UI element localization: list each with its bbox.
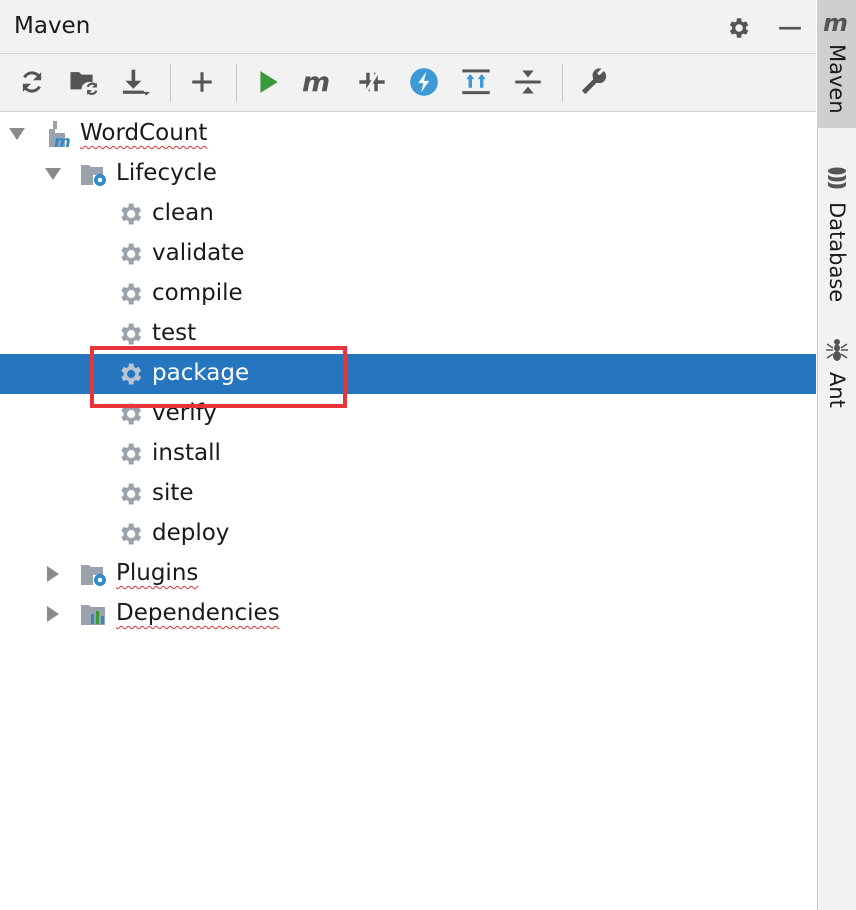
goal-gear-icon	[114, 274, 146, 314]
panel-title: Maven	[14, 13, 91, 39]
svg-text:m: m	[302, 67, 330, 97]
ant-icon	[824, 336, 850, 366]
dependencies-label: Dependencies	[116, 600, 280, 626]
tree-node-plugins[interactable]: Plugins	[0, 554, 816, 594]
goal-label: deploy	[152, 520, 230, 546]
lifecycle-goal-compile[interactable]: compile	[0, 274, 816, 314]
tree-node-project[interactable]: m WordCount	[0, 114, 816, 154]
skip-tests-icon[interactable]	[406, 64, 442, 100]
tree-node-dependencies[interactable]: Dependencies	[0, 594, 816, 634]
toolbar-separator	[562, 64, 563, 102]
lifecycle-goal-validate[interactable]: validate	[0, 234, 816, 274]
toolbar-separator	[170, 64, 171, 102]
gear-icon[interactable]	[722, 12, 754, 44]
goal-gear-icon	[114, 194, 146, 234]
tree-node-lifecycle[interactable]: Lifecycle	[0, 154, 816, 194]
tab-ant[interactable]: Ant	[818, 330, 856, 420]
tab-label: Maven	[825, 44, 849, 114]
maven-goal-icon[interactable]: m	[300, 64, 336, 100]
minimize-icon[interactable]	[774, 12, 806, 44]
lifecycle-goal-install[interactable]: install	[0, 434, 816, 474]
goal-label: test	[152, 320, 197, 346]
tab-label: Ant	[825, 372, 849, 408]
svg-text:m: m	[823, 12, 848, 34]
show-dependencies-icon[interactable]	[458, 64, 494, 100]
goal-label: compile	[152, 280, 243, 306]
expand-arrow-open-icon[interactable]	[4, 114, 30, 154]
goal-gear-icon	[114, 234, 146, 274]
database-icon	[825, 166, 849, 196]
tab-database[interactable]: Database	[818, 158, 856, 308]
maven-project-icon: m	[44, 114, 76, 154]
lifecycle-label: Lifecycle	[116, 160, 217, 186]
settings-wrench-icon[interactable]	[576, 64, 612, 100]
lifecycle-folder-gear-icon	[78, 154, 110, 194]
goal-gear-icon	[114, 474, 146, 514]
lifecycle-goal-clean[interactable]: clean	[0, 194, 816, 234]
maven-tool-window: Maven m m WordCount Lifecycle clean vali…	[0, 0, 818, 910]
tab-label: Database	[825, 202, 849, 303]
dependencies-folder-icon	[78, 594, 110, 634]
right-tool-strip: m Maven Database Ant	[818, 0, 856, 910]
collapse-all-icon[interactable]	[510, 64, 546, 100]
maven-toolbar: m	[0, 54, 816, 112]
goal-label: validate	[152, 240, 245, 266]
expand-arrow-closed-icon[interactable]	[40, 554, 66, 594]
toggle-offline-icon[interactable]	[354, 64, 390, 100]
highlight-annotation-box	[90, 346, 347, 408]
lifecycle-goal-deploy[interactable]: deploy	[0, 514, 816, 554]
toolbar-separator	[236, 64, 237, 102]
plugins-folder-gear-icon	[78, 554, 110, 594]
goal-gear-icon	[114, 514, 146, 554]
folder-reload-icon[interactable]	[66, 64, 102, 100]
maven-icon: m	[823, 9, 851, 38]
reload-icon[interactable]	[14, 64, 50, 100]
tool-window-header: Maven	[0, 0, 816, 54]
project-name: WordCount	[80, 120, 208, 146]
goal-label: install	[152, 440, 221, 466]
expand-arrow-open-icon[interactable]	[40, 154, 66, 194]
goal-label: clean	[152, 200, 214, 226]
run-icon[interactable]	[250, 64, 286, 100]
add-icon[interactable]	[184, 64, 220, 100]
lifecycle-goal-site[interactable]: site	[0, 474, 816, 514]
download-icon[interactable]	[116, 64, 152, 100]
tab-maven[interactable]: m Maven	[818, 0, 856, 128]
expand-arrow-closed-icon[interactable]	[40, 594, 66, 634]
goal-label: site	[152, 480, 194, 506]
goal-gear-icon	[114, 434, 146, 474]
plugins-label: Plugins	[116, 560, 199, 586]
svg-text:m: m	[54, 132, 71, 149]
